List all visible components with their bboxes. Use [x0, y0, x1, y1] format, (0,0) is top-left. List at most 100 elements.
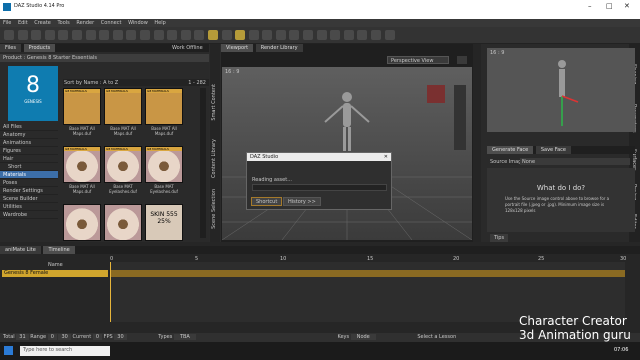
category-item[interactable]: Short: [0, 163, 58, 171]
undo-icon[interactable]: [58, 30, 69, 40]
navigation-cube[interactable]: [427, 85, 445, 103]
morph-icon[interactable]: [371, 30, 382, 40]
product-thumbnail[interactable]: 8 GENESIS: [8, 66, 58, 121]
timeline-row-genesis[interactable]: Genesis 8 Female: [2, 270, 108, 277]
weight-map-icon[interactable]: [289, 30, 300, 40]
start-icon[interactable]: [4, 346, 13, 355]
scale-icon[interactable]: [180, 30, 191, 40]
menu-file[interactable]: File: [3, 20, 11, 26]
category-item[interactable]: Render Settings: [0, 187, 58, 195]
range-end-field[interactable]: 30: [58, 334, 71, 340]
asset-tile[interactable]: G8 MATERIALS Base MAT Eyelashes.duf: [145, 146, 183, 194]
tab-viewport[interactable]: Viewport: [221, 44, 254, 52]
category-item-selected[interactable]: Materials: [0, 171, 58, 179]
light-icon[interactable]: [126, 30, 137, 40]
transfer-utility-icon[interactable]: [275, 30, 286, 40]
category-item[interactable]: Anatomy: [0, 131, 58, 139]
category-item[interactable]: Scene Builder: [0, 195, 58, 203]
minimize-icon[interactable]: –: [588, 2, 592, 10]
asset-tile[interactable]: G8 MATERIALS Base MAT All Maps.duf: [63, 88, 101, 136]
aux-viewport[interactable]: 16 : 9: [487, 48, 635, 132]
work-offline-button[interactable]: Work Offline: [172, 45, 203, 51]
asset-tile[interactable]: G8 MATERIALS Base MAT Eyelashes.duf: [104, 146, 142, 194]
sort-dropdown[interactable]: Sort by Name : A to Z: [64, 80, 118, 86]
render-icon[interactable]: [99, 30, 110, 40]
region-nav-icon[interactable]: [303, 30, 314, 40]
asset-tile[interactable]: [63, 204, 101, 242]
asset-tile[interactable]: [104, 204, 142, 242]
category-item[interactable]: Wardrobe: [0, 211, 58, 219]
tab-products[interactable]: Products: [23, 44, 56, 52]
category-item[interactable]: Utilities: [0, 203, 58, 211]
menu-render[interactable]: Render: [76, 20, 94, 26]
tab-smart-content[interactable]: Smart Content: [211, 84, 217, 121]
viewport-menu-icon[interactable]: [457, 56, 467, 64]
dforce-icon[interactable]: [357, 30, 368, 40]
camera-dropdown[interactable]: Perspective View: [387, 56, 449, 64]
render-settings-icon[interactable]: [85, 30, 96, 40]
merge-icon[interactable]: [44, 30, 55, 40]
content-icon[interactable]: [316, 30, 327, 40]
content-scrollbar[interactable]: [200, 88, 206, 238]
asset-tile[interactable]: G8 MATERIALS Base MAT All Maps.duf: [145, 88, 183, 136]
category-item[interactable]: All Files: [0, 123, 58, 131]
timeline-grid[interactable]: [110, 262, 625, 322]
redo-icon[interactable]: [71, 30, 82, 40]
tab-content-library[interactable]: Content Library: [211, 139, 217, 178]
category-item[interactable]: Poses: [0, 179, 58, 187]
active-pose-icon[interactable]: [207, 30, 218, 40]
current-field[interactable]: 0: [92, 334, 103, 340]
view-controls[interactable]: [454, 85, 466, 150]
close-icon[interactable]: ✕: [624, 2, 630, 10]
camera-icon[interactable]: [112, 30, 123, 40]
taskbar-search[interactable]: Type here to search: [20, 346, 110, 356]
tab-files[interactable]: Files: [0, 44, 21, 52]
keyframe-track[interactable]: [110, 270, 625, 277]
asset-tile[interactable]: SKIN 555 25%: [145, 204, 183, 242]
source-image-dropdown[interactable]: None: [520, 158, 630, 165]
shortcut-button[interactable]: Shortcut: [251, 197, 283, 206]
types-dropdown[interactable]: TBA: [173, 334, 196, 340]
node-selection-icon[interactable]: [139, 30, 150, 40]
tab-scene-selection[interactable]: Scene Selection: [211, 189, 217, 229]
range-start-field[interactable]: 0: [47, 334, 57, 340]
shader-icon[interactable]: [330, 30, 341, 40]
iray-icon[interactable]: [343, 30, 354, 40]
spot-render-icon[interactable]: [262, 30, 273, 40]
geometry-editor-icon[interactable]: [248, 30, 259, 40]
tab-generate-face[interactable]: Generate Face: [487, 146, 534, 154]
surface-selection-icon[interactable]: [235, 30, 246, 40]
tab-save-face[interactable]: Save Face: [535, 146, 572, 154]
maximize-icon[interactable]: □: [606, 2, 613, 10]
asset-badge: G8 MATERIALS: [64, 147, 100, 151]
save-icon[interactable]: [31, 30, 42, 40]
category-item[interactable]: Animations: [0, 139, 58, 147]
menu-window[interactable]: Window: [128, 20, 148, 26]
menu-help[interactable]: Help: [154, 20, 165, 26]
category-item[interactable]: Figures: [0, 147, 58, 155]
universal-tool-icon[interactable]: [194, 30, 205, 40]
playhead[interactable]: [110, 262, 111, 322]
joint-editor-icon[interactable]: [221, 30, 232, 40]
dialog-close-icon[interactable]: ✕: [384, 154, 388, 160]
translate-icon[interactable]: [153, 30, 164, 40]
history-button[interactable]: History >>: [283, 197, 321, 206]
menu-create[interactable]: Create: [34, 20, 51, 26]
menu-tools[interactable]: Tools: [57, 20, 69, 26]
keys-dropdown[interactable]: Node: [350, 334, 376, 340]
menu-connect[interactable]: Connect: [101, 20, 122, 26]
tab-animate-lite[interactable]: aniMate Lite: [0, 246, 41, 254]
new-scene-icon[interactable]: [4, 30, 14, 40]
open-icon[interactable]: [17, 30, 28, 40]
asset-tile[interactable]: G8 MATERIALS Base MAT All Maps.duf: [104, 88, 142, 136]
rotate-icon[interactable]: [167, 30, 178, 40]
asset-tile[interactable]: G8 MATERIALS Base MAT All Maps.duf: [63, 146, 101, 194]
tab-render-library[interactable]: Render Library: [255, 44, 303, 52]
category-item[interactable]: Hair: [0, 155, 58, 163]
tab-timeline[interactable]: Timeline: [43, 246, 75, 254]
layout-icon[interactable]: [384, 30, 395, 40]
tips-button[interactable]: Tips: [490, 234, 509, 242]
menu-edit[interactable]: Edit: [18, 20, 28, 26]
fps-field[interactable]: 30: [114, 334, 127, 340]
total-field[interactable]: 31: [16, 334, 29, 340]
